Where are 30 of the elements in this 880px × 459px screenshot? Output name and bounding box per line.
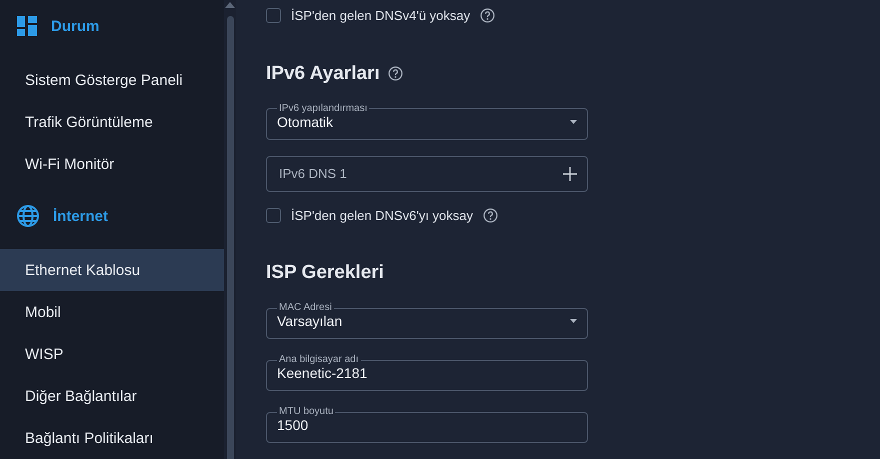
input-field[interactable]: MTU boyutu 1500	[266, 407, 588, 443]
checkbox-label: İSP'den gelen DNSv4'ü yoksay	[291, 8, 470, 24]
sidebar-item[interactable]: Trafik Görüntüleme	[0, 101, 224, 143]
help-icon[interactable]	[388, 66, 403, 82]
input-field[interactable]: Ana bilgisayar adı Keenetic-2181	[266, 355, 588, 391]
help-icon[interactable]	[483, 208, 498, 223]
checkbox[interactable]	[266, 208, 281, 223]
checkbox-label: İSP'den gelen DNSv6'yı yoksay	[291, 208, 473, 223]
help-icon[interactable]	[480, 8, 496, 24]
caret-icon	[570, 120, 577, 124]
scrollbar[interactable]	[224, 0, 236, 459]
globe-icon	[17, 205, 39, 227]
dashboard-icon	[17, 16, 37, 36]
sidebar-item[interactable]: WISP	[0, 333, 224, 375]
sidebar-item[interactable]: Ethernet Kablosu	[0, 249, 224, 291]
select-field[interactable]: IPv6 yapılandırması Otomatik	[266, 104, 588, 140]
sidebar-item[interactable]: Bağlantı Politikaları	[0, 417, 224, 459]
checkbox[interactable]	[266, 8, 281, 24]
section-title[interactable]: İnternet	[53, 208, 108, 224]
input-field[interactable]: IPv6 DNS 1	[266, 156, 588, 192]
section-heading: ISP Gerekleri	[266, 262, 384, 284]
sidebar-item[interactable]: Mobil	[0, 291, 224, 333]
sidebar-item[interactable]: Wi-Fi Monitör	[0, 143, 224, 185]
caret-icon	[570, 319, 577, 323]
section-heading: IPv6 Ayarları	[266, 62, 380, 85]
select-field[interactable]: MAC Adresi Varsayılan	[266, 303, 588, 339]
plus-icon[interactable]	[563, 166, 577, 180]
section-title[interactable]: Durum	[51, 18, 100, 34]
sidebar-item[interactable]: Diğer Bağlantılar	[0, 375, 224, 417]
sidebar-item[interactable]: Sistem Gösterge Paneli	[0, 59, 224, 101]
